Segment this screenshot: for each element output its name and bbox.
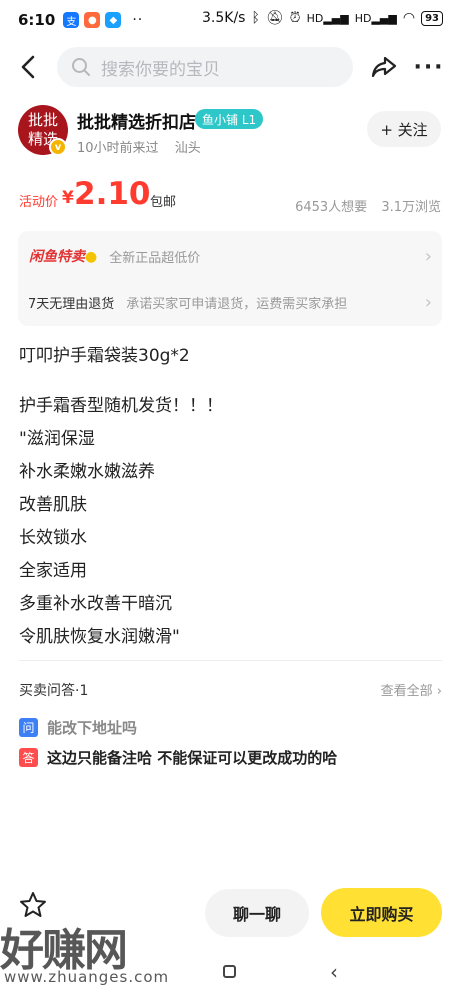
return-label: 7天无理由退货: [28, 296, 115, 312]
views-count: 3.1万浏览: [381, 200, 441, 215]
wants-count: 6453人想要: [295, 200, 368, 215]
description-line: 多重补水改善干暗沉: [19, 594, 172, 614]
more-notifications-icon: ··: [132, 12, 144, 28]
notification-app-icon: ●: [84, 12, 101, 28]
alarm-icon: ⏰︎: [289, 10, 301, 26]
seller-info: 批批精选 v 批批精选折扣店 鱼小铺 L1 10小时前来过 汕头 + 关注: [0, 104, 461, 160]
alipay-app-icon: 支: [63, 12, 80, 28]
description-line: 改善肌肤: [19, 495, 87, 515]
last-seen: 10小时前来过: [77, 141, 159, 156]
promo-sale-row[interactable]: 闲鱼特卖● 全新正品超低价 ›: [18, 233, 442, 279]
star-icon: [20, 892, 46, 917]
verified-icon: v: [49, 138, 67, 156]
price-value: 2.10: [74, 176, 151, 212]
status-time: 6:10: [18, 11, 56, 29]
seller-location: 汕头: [174, 141, 201, 156]
question-text: 能改下地址吗: [47, 718, 138, 737]
battery-icon: 93: [421, 10, 443, 26]
shipping-label: 包邮: [150, 195, 177, 210]
qa-title: 买卖问答·1: [19, 683, 89, 699]
status-bar: 6:10 支 ● ◆ ·· 3.5K/s ᛒ 🔕︎ ⏰︎ HD▂▄▆ HD▂▄▆…: [0, 0, 461, 40]
item-title: 叮叩护手霜袋装30g*2: [19, 346, 190, 366]
mute-icon: 🔕︎: [265, 10, 284, 26]
description-line: 长效锁水: [19, 528, 87, 548]
qa-header: 买卖问答·1 查看全部 ›: [19, 680, 442, 700]
more-options-button[interactable]: ···: [413, 52, 445, 82]
buy-now-button[interactable]: 立即购买: [321, 888, 442, 937]
share-button[interactable]: [369, 52, 399, 82]
price-currency: ¥: [62, 188, 74, 208]
return-desc: 承诺买家可申请退货，运费需买家承担: [126, 296, 348, 312]
question-tag: 问: [19, 717, 38, 737]
answer-text: 这边只能备注哈 不能保证可以更改成功的哈: [47, 748, 338, 767]
status-right: 3.5K/s ᛒ 🔕︎ ⏰︎ HD▂▄▆ HD▂▄▆ ◠ 93: [202, 10, 443, 26]
description-line: 补水柔嫩水嫩滋养: [19, 462, 155, 482]
description-line: 全家适用: [19, 561, 87, 581]
share-icon: [371, 56, 397, 78]
item-stats: 6453人想要 3.1万浏览: [285, 196, 441, 215]
bluetooth-icon: ᛒ: [251, 10, 260, 26]
chevron-right-icon: ›: [424, 245, 432, 267]
answer-tag: 答: [19, 747, 38, 767]
back-button[interactable]: [14, 52, 44, 82]
back-icon[interactable]: ‹: [330, 960, 338, 984]
shop-level-badge: 鱼小铺 L1: [195, 109, 264, 129]
chat-button[interactable]: 聊一聊: [205, 889, 309, 937]
search-placeholder: 搜索你要的宝贝: [101, 59, 220, 80]
description-line: 令肌肤恢复水润嫩滑": [19, 627, 180, 647]
price-row: 活动价 ¥ 2.10 包邮 6453人想要 3.1万浏览: [0, 174, 461, 218]
qa-question[interactable]: 问 能改下地址吗: [19, 715, 442, 739]
qa-answer[interactable]: 答 这边只能备注哈 不能保证可以更改成功的哈: [19, 745, 442, 769]
follow-button[interactable]: + 关注: [367, 111, 441, 147]
system-nav-bar: ‹: [0, 950, 461, 1000]
description-line: 护手霜香型随机发货！！！: [19, 396, 223, 416]
promo-title-desc: 全新正品超低价: [109, 250, 201, 266]
item-description: 叮叩护手霜袋装30g*2 护手霜香型随机发货！！！ "滋润保湿 补水柔嫩水嫩滋养…: [19, 340, 439, 654]
chevron-right-icon: ›: [424, 291, 432, 313]
favorite-button[interactable]: [18, 890, 50, 920]
divider: [19, 660, 442, 661]
seller-meta: 10小时前来过 汕头: [77, 137, 213, 156]
chevron-left-icon: [21, 55, 35, 79]
shop-name[interactable]: 批批精选折扣店: [77, 108, 196, 133]
signal-icon: HD▂▄▆: [306, 11, 349, 25]
promo-card: 闲鱼特卖● 全新正品超低价 › 7天无理由退货 承诺买家可申请退货，运费需买家承…: [18, 231, 442, 326]
message-app-icon: ◆: [105, 12, 122, 28]
network-speed: 3.5K/s: [202, 10, 246, 26]
more-dots-icon: ···: [413, 54, 445, 80]
wifi-icon: ◠: [402, 10, 416, 26]
price-label: 活动价: [19, 195, 59, 210]
promo-return-row[interactable]: 7天无理由退货 承诺买家可申请退货，运费需买家承担 ›: [18, 279, 442, 325]
search-input[interactable]: 搜索你要的宝贝: [57, 47, 353, 87]
home-icon[interactable]: [223, 965, 236, 978]
description-line: "滋润保湿: [19, 429, 95, 449]
signal2-icon: HD▂▄▆: [354, 11, 397, 25]
search-icon: [72, 58, 90, 76]
qa-view-all-link[interactable]: 查看全部 ›: [381, 680, 442, 699]
top-bar: 搜索你要的宝贝 ···: [0, 44, 461, 90]
promo-title: 闲鱼特卖●: [29, 249, 98, 265]
